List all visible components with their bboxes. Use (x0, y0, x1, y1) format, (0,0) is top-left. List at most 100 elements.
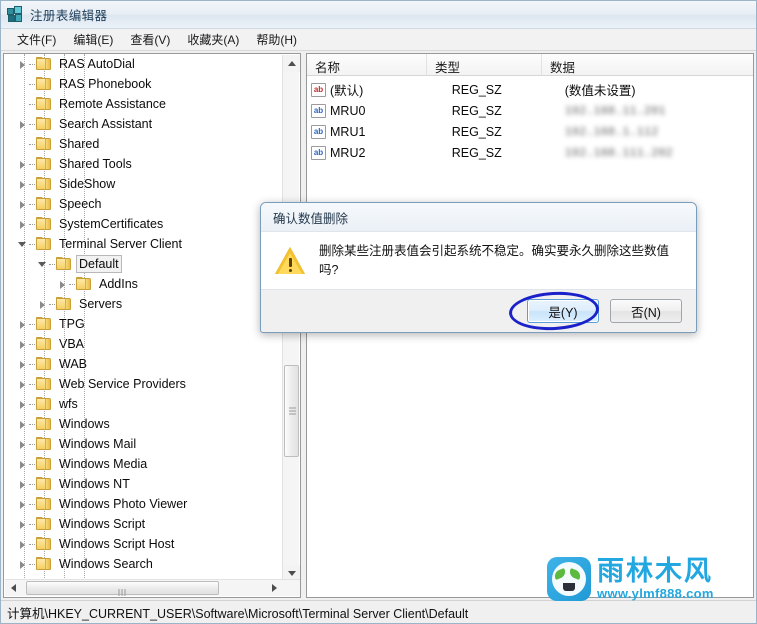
tree-item[interactable]: Windows Script (4, 514, 278, 534)
value-row[interactable]: ab (默认) REG_SZ (数值未设置) (307, 79, 753, 100)
tree-connector (29, 334, 36, 354)
scroll-grip-icon (289, 407, 296, 415)
string-value-icon-blue: ab (311, 103, 326, 118)
column-header-type[interactable]: 类型 (427, 54, 542, 75)
tree-item[interactable]: VBA (4, 334, 278, 354)
registry-tree[interactable]: RAS AutoDial RAS Phonebook Remote Assistan… (4, 54, 278, 582)
expand-arrow-icon[interactable] (16, 354, 29, 374)
tree-item[interactable]: RAS Phonebook (4, 74, 278, 94)
value-type: REG_SZ (451, 145, 502, 160)
tree-item-label: Default (76, 255, 122, 273)
menu-file[interactable]: 文件(F) (9, 29, 65, 50)
expand-arrow-icon[interactable] (16, 374, 29, 394)
column-header-name[interactable]: 名称 (307, 54, 427, 75)
status-bar: 计算机\HKEY_CURRENT_USER\Software\Microsoft… (1, 600, 756, 623)
tree-item-label: Windows Script (59, 517, 146, 531)
tree-item[interactable]: Windows (4, 414, 278, 434)
tree-item[interactable]: SideShow (4, 174, 278, 194)
tree-item[interactable]: Windows Mail (4, 434, 278, 454)
folder-icon (56, 257, 72, 271)
tree-connector (29, 414, 36, 434)
expand-arrow-icon[interactable] (16, 394, 29, 414)
menu-edit[interactable]: 编辑(E) (65, 29, 122, 50)
collapse-arrow-icon[interactable] (16, 234, 29, 254)
scroll-right-icon[interactable] (266, 580, 283, 596)
menu-view[interactable]: 查看(V) (122, 29, 179, 50)
tree-connector (29, 374, 36, 394)
dialog-yes-button[interactable]: 是(Y) (527, 299, 599, 323)
value-data: 192.168.1.112 (564, 124, 659, 139)
value-row[interactable]: ab MRU2 REG_SZ 192.168.111.202 (307, 142, 753, 163)
tree-item[interactable]: WAB (4, 354, 278, 374)
value-name: MRU1 (330, 124, 366, 139)
dialog-no-button[interactable]: 否(N) (610, 299, 682, 323)
tree-hscroll-thumb[interactable] (26, 581, 219, 597)
tree-item-label: Windows Media (59, 457, 148, 471)
expand-arrow-icon[interactable] (16, 174, 29, 194)
tree-connector (29, 74, 36, 94)
menu-favorites[interactable]: 收藏夹(A) (179, 29, 248, 50)
expand-arrow-icon[interactable] (16, 454, 29, 474)
expand-arrow-icon[interactable] (56, 274, 69, 294)
tree-connector (29, 134, 36, 154)
expand-arrow-icon[interactable] (16, 434, 29, 454)
expand-arrow-icon[interactable] (16, 494, 29, 514)
collapse-arrow-icon[interactable] (36, 254, 49, 274)
tree-item[interactable]: Default (4, 254, 278, 274)
tree-item[interactable]: Windows Script Host (4, 534, 278, 554)
tree-item[interactable]: Web Service Providers (4, 374, 278, 394)
tree-connector (49, 294, 56, 314)
expand-arrow-icon[interactable] (36, 294, 49, 314)
hscroll-grip-icon (118, 585, 127, 597)
tree-item[interactable]: Shared Tools (4, 154, 278, 174)
tree-connector (29, 354, 36, 374)
tree-item[interactable]: SystemCertificates (4, 214, 278, 234)
value-row[interactable]: ab MRU0 REG_SZ 192.168.11.201 (307, 100, 753, 121)
tree-item[interactable]: Search Assistant (4, 114, 278, 134)
tree-item[interactable]: TPG (4, 314, 278, 334)
folder-icon (36, 397, 52, 411)
expand-arrow-icon[interactable] (16, 54, 29, 74)
tree-item[interactable]: Shared (4, 134, 278, 154)
expand-arrow-icon[interactable] (16, 474, 29, 494)
folder-icon (36, 317, 52, 331)
expand-arrow-icon[interactable] (16, 334, 29, 354)
tree-item[interactable]: Servers (4, 294, 278, 314)
tree-connector (29, 394, 36, 414)
tree-item[interactable]: Windows Photo Viewer (4, 494, 278, 514)
tree-item[interactable]: Windows Media (4, 454, 278, 474)
expand-arrow-icon[interactable] (16, 214, 29, 234)
tree-item[interactable]: Terminal Server Client (4, 234, 278, 254)
expand-arrow-icon[interactable] (16, 534, 29, 554)
status-path: 计算机\HKEY_CURRENT_USER\Software\Microsoft… (7, 606, 469, 621)
tree-item[interactable]: Remote Assistance (4, 94, 278, 114)
tree-item[interactable]: Windows Search (4, 554, 278, 574)
string-value-icon-blue: ab (311, 124, 326, 139)
tree-connector (49, 254, 56, 274)
list-header: 名称 类型 数据 (307, 54, 753, 76)
tree-connector (29, 214, 36, 234)
expand-arrow-icon[interactable] (16, 114, 29, 134)
value-row[interactable]: ab MRU1 REG_SZ 192.168.1.112 (307, 121, 753, 142)
expand-arrow-icon[interactable] (16, 314, 29, 334)
menu-help[interactable]: 帮助(H) (248, 29, 306, 50)
tree-item[interactable]: wfs (4, 394, 278, 414)
expand-arrow-icon[interactable] (16, 514, 29, 534)
tree-scroll-thumb[interactable] (284, 365, 299, 457)
folder-icon (36, 137, 52, 151)
tree-item[interactable]: Windows NT (4, 474, 278, 494)
expand-arrow-icon[interactable] (16, 414, 29, 434)
tree-item[interactable]: RAS AutoDial (4, 54, 278, 74)
scroll-up-icon[interactable] (283, 55, 300, 72)
registry-editor-window: 注册表编辑器 文件(F) 编辑(E) 查看(V) 收藏夹(A) 帮助(H) RA… (0, 0, 757, 624)
tree-item[interactable]: AddIns (4, 274, 278, 294)
column-header-data[interactable]: 数据 (542, 54, 753, 75)
expand-arrow-icon[interactable] (16, 554, 29, 574)
scroll-left-icon[interactable] (5, 580, 22, 596)
tree-item[interactable]: Speech (4, 194, 278, 214)
expand-arrow-icon[interactable] (16, 154, 29, 174)
expand-arrow-icon[interactable] (16, 194, 29, 214)
window-title: 注册表编辑器 (30, 9, 108, 23)
tree-horizontal-scrollbar[interactable] (5, 579, 300, 597)
